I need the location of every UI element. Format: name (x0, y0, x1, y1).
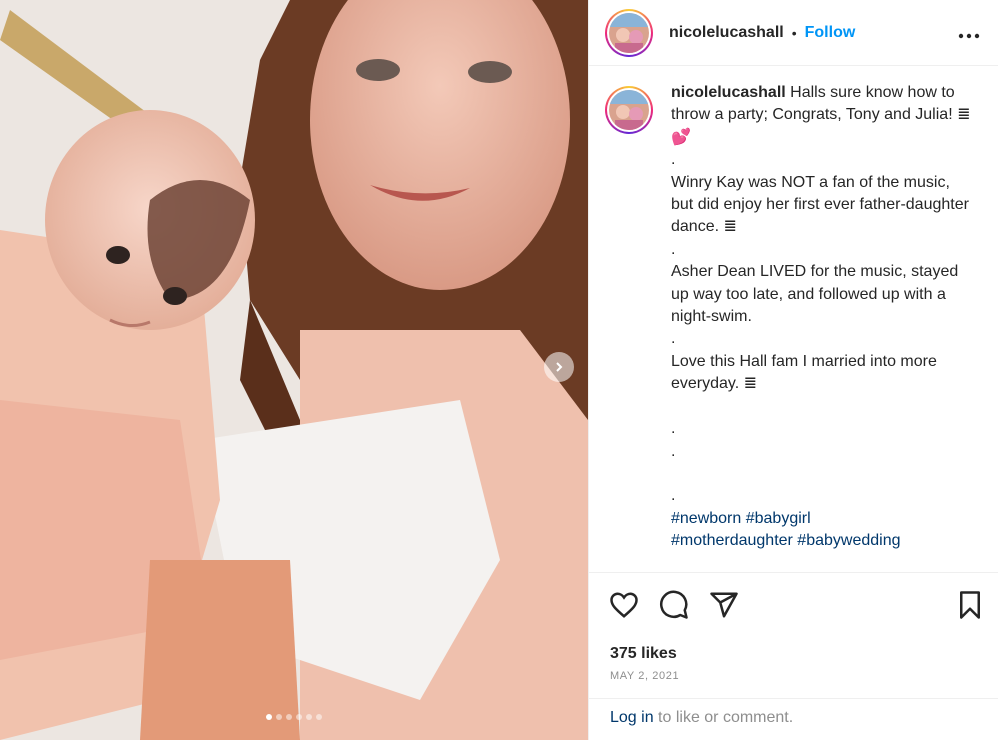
share-button[interactable] (709, 590, 739, 625)
login-link[interactable]: Log in (610, 709, 654, 726)
carousel-next-button[interactable] (544, 352, 574, 382)
comment-icon (660, 590, 688, 619)
follow-button[interactable]: Follow (805, 24, 856, 42)
comment-button[interactable] (659, 590, 689, 625)
post-date: MAY 2, 2021 (610, 670, 680, 682)
hashtags: #newborn #babygirl #motherdaughter #baby… (671, 508, 971, 553)
header-separator: • (791, 24, 797, 41)
post-photo[interactable] (0, 0, 588, 740)
carousel-dot (316, 714, 322, 720)
avatar-image (609, 12, 649, 53)
carousel-dot (306, 714, 312, 720)
login-prompt-text: to like or comment. (653, 709, 794, 726)
carousel-indicator (0, 714, 588, 720)
login-prompt: Log in to like or comment. (589, 698, 998, 740)
share-icon (710, 592, 738, 618)
likes-count[interactable]: 375 likes (610, 645, 677, 663)
hashtag-line-1[interactable]: #newborn #babygirl (671, 510, 811, 527)
caption-area: nicolelucashall Halls sure know how to t… (589, 66, 998, 572)
caption-text: nicolelucashall Halls sure know how to t… (671, 82, 971, 508)
post-header: nicolelucashall • Follow (589, 0, 998, 66)
photo-illustration (0, 0, 588, 740)
bookmark-icon (960, 591, 980, 619)
caption-row: nicolelucashall Halls sure know how to t… (589, 66, 998, 508)
hashtag-line-2[interactable]: #motherdaughter #babywedding (671, 532, 901, 549)
carousel-dot (296, 714, 302, 720)
header-username[interactable]: nicolelucashall (669, 24, 784, 42)
caption-body: Halls sure know how to throw a party; Co… (671, 84, 971, 505)
carousel-dot (276, 714, 282, 720)
caption-username[interactable]: nicolelucashall (671, 84, 786, 101)
more-options-button[interactable] (958, 22, 980, 45)
carousel-dot (266, 714, 272, 720)
carousel-dot (286, 714, 292, 720)
chevron-right-icon (553, 361, 565, 373)
avatar[interactable] (605, 8, 653, 57)
post-side-panel: nicolelucashall • Follow nicolelucashall… (588, 0, 998, 740)
save-button[interactable] (957, 590, 983, 625)
caption-avatar-image (609, 90, 649, 130)
more-horizontal-icon (958, 33, 980, 39)
like-button[interactable] (609, 590, 639, 625)
caption-avatar[interactable] (605, 86, 653, 134)
actions-bar: 375 likes MAY 2, 2021 (589, 572, 998, 698)
heart-icon (610, 592, 638, 618)
